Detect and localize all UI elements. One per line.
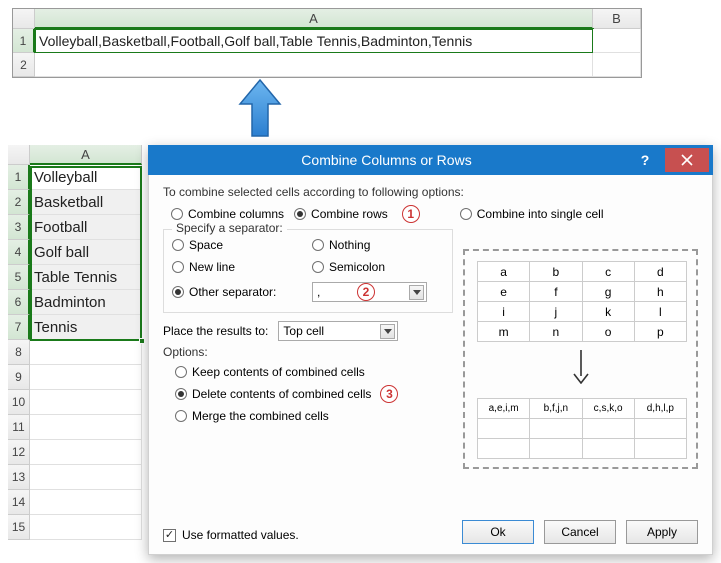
radio-label: New line <box>189 260 235 274</box>
place-label: Place the results to: <box>163 324 268 338</box>
cell[interactable]: Badminton <box>30 290 142 315</box>
separator-label: Specify a separator: <box>172 221 287 235</box>
radio-space[interactable]: Space <box>172 238 312 252</box>
row-header[interactable]: 11 <box>8 415 30 440</box>
row-header[interactable]: 8 <box>8 340 30 365</box>
intro-text: To combine selected cells according to f… <box>163 185 698 199</box>
source-spreadsheet: A 1Volleyball 2Basketball 3Football 4Gol… <box>8 145 143 540</box>
separator-value: , <box>317 285 320 299</box>
place-value: Top cell <box>283 324 324 338</box>
place-select[interactable]: Top cell <box>278 321 398 341</box>
callout-3: 3 <box>380 385 398 403</box>
radio-label: Space <box>189 238 223 252</box>
cell-a1[interactable]: Volleyball,Basketball,Football,Golf ball… <box>35 29 593 53</box>
row-header[interactable]: 9 <box>8 365 30 390</box>
radio-label: Nothing <box>329 238 370 252</box>
row-header-2[interactable]: 2 <box>13 53 35 77</box>
row-header[interactable]: 7 <box>8 315 30 340</box>
cell[interactable] <box>30 515 142 540</box>
cell[interactable] <box>30 365 142 390</box>
radio-nothing[interactable]: Nothing <box>312 238 462 252</box>
col-header-a[interactable]: A <box>30 145 142 165</box>
arrow-up-icon <box>230 78 290 138</box>
cell[interactable] <box>30 465 142 490</box>
close-icon <box>681 154 693 166</box>
radio-label: Merge the combined cells <box>192 409 329 423</box>
ok-button[interactable]: Ok <box>462 520 534 544</box>
cell[interactable]: Basketball <box>30 190 142 215</box>
row-header[interactable]: 12 <box>8 440 30 465</box>
cell[interactable] <box>30 340 142 365</box>
radio-label: Delete contents of combined cells <box>192 387 371 401</box>
row-header[interactable]: 3 <box>8 215 30 240</box>
row-header[interactable]: 15 <box>8 515 30 540</box>
preview-before-table: abcd efgh ijkl mnop <box>477 261 687 342</box>
radio-label: Keep contents of combined cells <box>192 365 365 379</box>
cell-a2[interactable] <box>35 53 593 77</box>
preview-panel: abcd efgh ijkl mnop a,e,i,mb,f,j,nc,s,k,… <box>463 249 698 469</box>
row-header[interactable]: 1 <box>8 165 30 190</box>
row-header[interactable]: 14 <box>8 490 30 515</box>
help-button[interactable]: ? <box>625 152 665 168</box>
separator-group: Specify a separator: Space Nothing New l… <box>163 229 453 313</box>
cell[interactable] <box>30 440 142 465</box>
cell[interactable]: Football <box>30 215 142 240</box>
col-header-a[interactable]: A <box>35 9 593 29</box>
row-header-1[interactable]: 1 <box>13 29 35 53</box>
row-header[interactable]: 6 <box>8 290 30 315</box>
result-spreadsheet: A B 1 Volleyball,Basketball,Football,Gol… <box>12 8 642 78</box>
titlebar[interactable]: Combine Columns or Rows ? <box>148 145 713 175</box>
chevron-down-icon[interactable] <box>409 285 424 300</box>
callout-2: 2 <box>357 283 375 301</box>
row-header[interactable]: 5 <box>8 265 30 290</box>
row-header[interactable]: 13 <box>8 465 30 490</box>
cell[interactable] <box>30 415 142 440</box>
selection-handle[interactable] <box>139 338 145 344</box>
row-header[interactable]: 4 <box>8 240 30 265</box>
cell-b1[interactable] <box>593 29 641 53</box>
preview-after-table: a,e,i,mb,f,j,nc,s,k,od,h,l,p <box>477 398 687 459</box>
formatted-checkbox[interactable] <box>163 529 176 542</box>
dialog-title: Combine Columns or Rows <box>148 152 625 168</box>
other-separator-input[interactable]: , 2 <box>312 282 427 302</box>
combine-dialog: Combine Columns or Rows ? To combine sel… <box>148 145 713 555</box>
apply-button[interactable]: Apply <box>626 520 698 544</box>
radio-other[interactable]: Other separator: <box>172 282 312 302</box>
select-all-corner[interactable] <box>8 145 30 165</box>
cell[interactable]: Tennis <box>30 315 142 340</box>
cell[interactable]: Table Tennis <box>30 265 142 290</box>
cancel-button[interactable]: Cancel <box>544 520 616 544</box>
cell[interactable]: Golf ball <box>30 240 142 265</box>
radio-newline[interactable]: New line <box>172 260 312 274</box>
radio-label: Semicolon <box>329 260 385 274</box>
col-header-b[interactable]: B <box>593 9 641 29</box>
chevron-down-icon[interactable] <box>380 324 395 339</box>
callout-1: 1 <box>402 205 420 223</box>
cell[interactable]: Volleyball <box>30 165 142 190</box>
select-all-corner[interactable] <box>13 9 35 29</box>
radio-label: Combine rows <box>311 207 388 221</box>
radio-label: Other separator: <box>189 285 276 299</box>
cell[interactable] <box>30 490 142 515</box>
row-header[interactable]: 10 <box>8 390 30 415</box>
cell[interactable] <box>30 390 142 415</box>
radio-semicolon[interactable]: Semicolon <box>312 260 462 274</box>
radio-label: Combine into single cell <box>477 207 604 221</box>
cell-b2[interactable] <box>593 53 641 77</box>
radio-combine-single[interactable]: Combine into single cell <box>460 207 604 221</box>
row-header[interactable]: 2 <box>8 190 30 215</box>
radio-combine-columns[interactable]: Combine columns <box>171 207 284 221</box>
radio-label: Combine columns <box>188 207 284 221</box>
formatted-label: Use formatted values. <box>182 528 299 542</box>
arrow-down-icon <box>477 350 684 390</box>
radio-combine-rows[interactable]: Combine rows <box>294 207 388 221</box>
close-button[interactable] <box>665 148 709 172</box>
